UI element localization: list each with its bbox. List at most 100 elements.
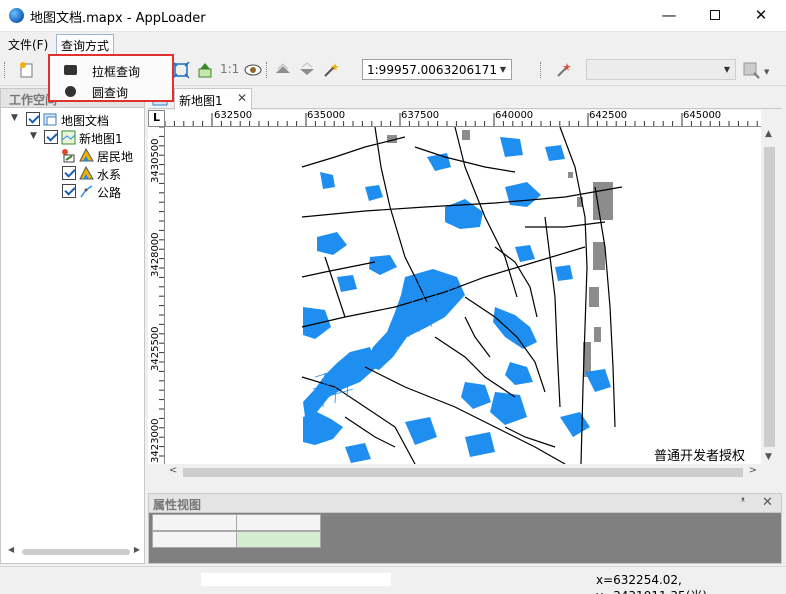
chevron-down-icon[interactable]: ▼ — [495, 60, 511, 79]
close-icon[interactable]: ✕ — [762, 495, 773, 510]
polygon-layer-icon — [79, 166, 94, 180]
menu-item-rect-query[interactable]: 拉框查询 — [50, 59, 172, 81]
refresh-map-icon[interactable] — [196, 61, 214, 79]
attribute-panel-title: 属性视图 — [153, 498, 202, 512]
close-icon[interactable]: ✕ — [237, 91, 247, 105]
toolbar-separator — [266, 62, 269, 78]
magic-wand-icon[interactable] — [322, 61, 340, 79]
polygon-layer-icon — [79, 148, 94, 162]
scale-combobox[interactable]: 1:99957.0063206171 ▼ — [362, 59, 512, 80]
grid-header-cell[interactable] — [236, 514, 321, 531]
menu-item-label: 圆查询 — [92, 86, 129, 100]
attribute-panel-header: 属性视图 ᵜ ✕ — [148, 493, 782, 513]
scroll-thumb[interactable] — [22, 549, 130, 555]
toolbar-grip-2[interactable] — [540, 62, 543, 78]
document-checkbox[interactable] — [26, 112, 40, 126]
map-vscrollbar[interactable]: ▲ ▼ — [761, 127, 778, 464]
ruler-x-label: 642500 — [589, 110, 628, 121]
menu-query-mode[interactable]: 查询方式 — [56, 34, 115, 54]
ruler-y-label: 3430500 — [150, 138, 161, 183]
grid-row-header[interactable] — [152, 531, 237, 548]
layer-tool-icon[interactable] — [742, 61, 760, 79]
eye-icon[interactable] — [244, 61, 262, 79]
pin-icon[interactable]: ᵜ — [741, 496, 745, 507]
attribute-grid — [148, 513, 782, 564]
scroll-right-icon[interactable]: > — [749, 465, 757, 476]
map-document-icon — [43, 113, 57, 126]
ruler-top-ticks — [165, 113, 758, 126]
ruler-y-label: 3428000 — [150, 232, 161, 277]
ruler-top: 632500 635000 637500 640000 642500 64500… — [165, 110, 761, 127]
maximize-icon — [710, 9, 720, 20]
license-watermark: 普通开发者授权 — [654, 449, 746, 464]
menu-item-circle-query[interactable]: 圆查询 — [50, 80, 172, 102]
tree-node-layer-water[interactable]: 水系 — [1, 165, 141, 183]
map-hscrollbar[interactable]: < > — [165, 464, 761, 481]
map-checkbox[interactable] — [44, 130, 58, 144]
map-label: 新地图1 — [79, 132, 123, 146]
tab-label: 新地图1 — [179, 94, 223, 108]
scroll-down-icon[interactable]: ▼ — [765, 452, 772, 462]
toolbar-overflow-icon[interactable]: ▼ — [764, 68, 769, 76]
ruler-x-label: 637500 — [401, 110, 440, 121]
grid-header-cell[interactable] — [152, 514, 237, 531]
full-extent-icon[interactable] — [172, 61, 190, 79]
title-bar: 地图文档.mapx - AppLoader — ✕ — [0, 0, 786, 32]
map-tab-bar: 新地图1 ✕ — [148, 88, 782, 110]
select-wand-icon[interactable] — [555, 61, 573, 79]
scroll-left-icon[interactable]: ◀ — [8, 545, 14, 554]
line-layer-icon — [80, 185, 93, 198]
workspace-tree: ▼ 地图文档 ▼ 新地图1 居民地 水系 公路 — [0, 108, 145, 564]
query-mode-dropdown: 拉框查询 圆查询 — [48, 54, 174, 102]
tab-new-map-1[interactable]: 新地图1 ✕ — [174, 88, 252, 110]
tree-node-layer-roads[interactable]: 公路 — [1, 183, 141, 201]
minimize-button[interactable]: — — [646, 0, 692, 31]
edit-layer-icon — [62, 149, 75, 163]
layer-checkbox[interactable] — [62, 184, 76, 198]
new-document-icon[interactable] — [18, 61, 36, 79]
menu-item-label: 拉框查询 — [92, 65, 141, 79]
layer-label: 公路 — [97, 186, 122, 200]
status-bar: x=632254.02, y=3431911.35(米) — [0, 566, 786, 594]
circle-query-icon — [65, 86, 76, 97]
workspace-hscrollbar[interactable]: ◀ ▶ — [8, 545, 140, 559]
grid-cell-selected[interactable] — [236, 531, 321, 548]
tree-node-layer-residential[interactable]: 居民地 — [1, 147, 141, 165]
zoom-in-icon[interactable] — [274, 61, 292, 79]
scroll-thumb[interactable] — [764, 147, 775, 447]
layer-combobox[interactable]: ▼ — [586, 59, 736, 80]
chevron-down-icon[interactable]: ▼ — [719, 60, 735, 79]
menu-bar: 文件(F) 查询方式 — [0, 32, 786, 54]
tree-node-map[interactable]: ▼ 新地图1 — [1, 129, 141, 147]
ruler-unit-toggle[interactable]: L — [148, 110, 165, 127]
tree-node-document[interactable]: ▼ 地图文档 — [1, 111, 141, 129]
collapse-icon[interactable]: ▼ — [30, 131, 37, 141]
ruler-x-label: 635000 — [307, 110, 346, 121]
scroll-thumb[interactable] — [183, 468, 743, 477]
layer-label: 居民地 — [97, 150, 134, 164]
status-coordinates: x=632254.02, y=3431911.35(米) — [596, 573, 707, 594]
layer-checkbox[interactable] — [62, 166, 76, 180]
collapse-icon[interactable]: ▼ — [11, 113, 18, 123]
map-icon — [61, 130, 76, 145]
ruler-y-label: 3423000 — [150, 418, 161, 463]
rect-query-icon — [64, 65, 77, 75]
scroll-up-icon[interactable]: ▲ — [765, 129, 772, 139]
layer-label: 水系 — [97, 168, 122, 182]
scroll-right-icon[interactable]: ▶ — [134, 545, 140, 554]
close-button[interactable]: ✕ — [738, 0, 784, 31]
one-to-one-button[interactable]: 1:1 — [220, 62, 239, 76]
zoom-out-icon[interactable] — [298, 61, 316, 79]
toolbar-grip[interactable] — [4, 62, 7, 78]
window-title: 地图文档.mapx - AppLoader — [30, 11, 206, 26]
menu-file[interactable]: 文件(F) — [8, 36, 48, 53]
document-label: 地图文档 — [61, 114, 110, 128]
maximize-button[interactable] — [692, 0, 738, 31]
app-globe-icon — [9, 8, 24, 23]
map-canvas[interactable] — [165, 127, 761, 464]
ruler-y-label: 3425500 — [150, 326, 161, 371]
scale-value: 1:99957.0063206171 — [367, 63, 498, 77]
map-drawing — [301, 127, 623, 464]
status-message-field — [201, 573, 391, 586]
scroll-left-icon[interactable]: < — [169, 465, 177, 476]
